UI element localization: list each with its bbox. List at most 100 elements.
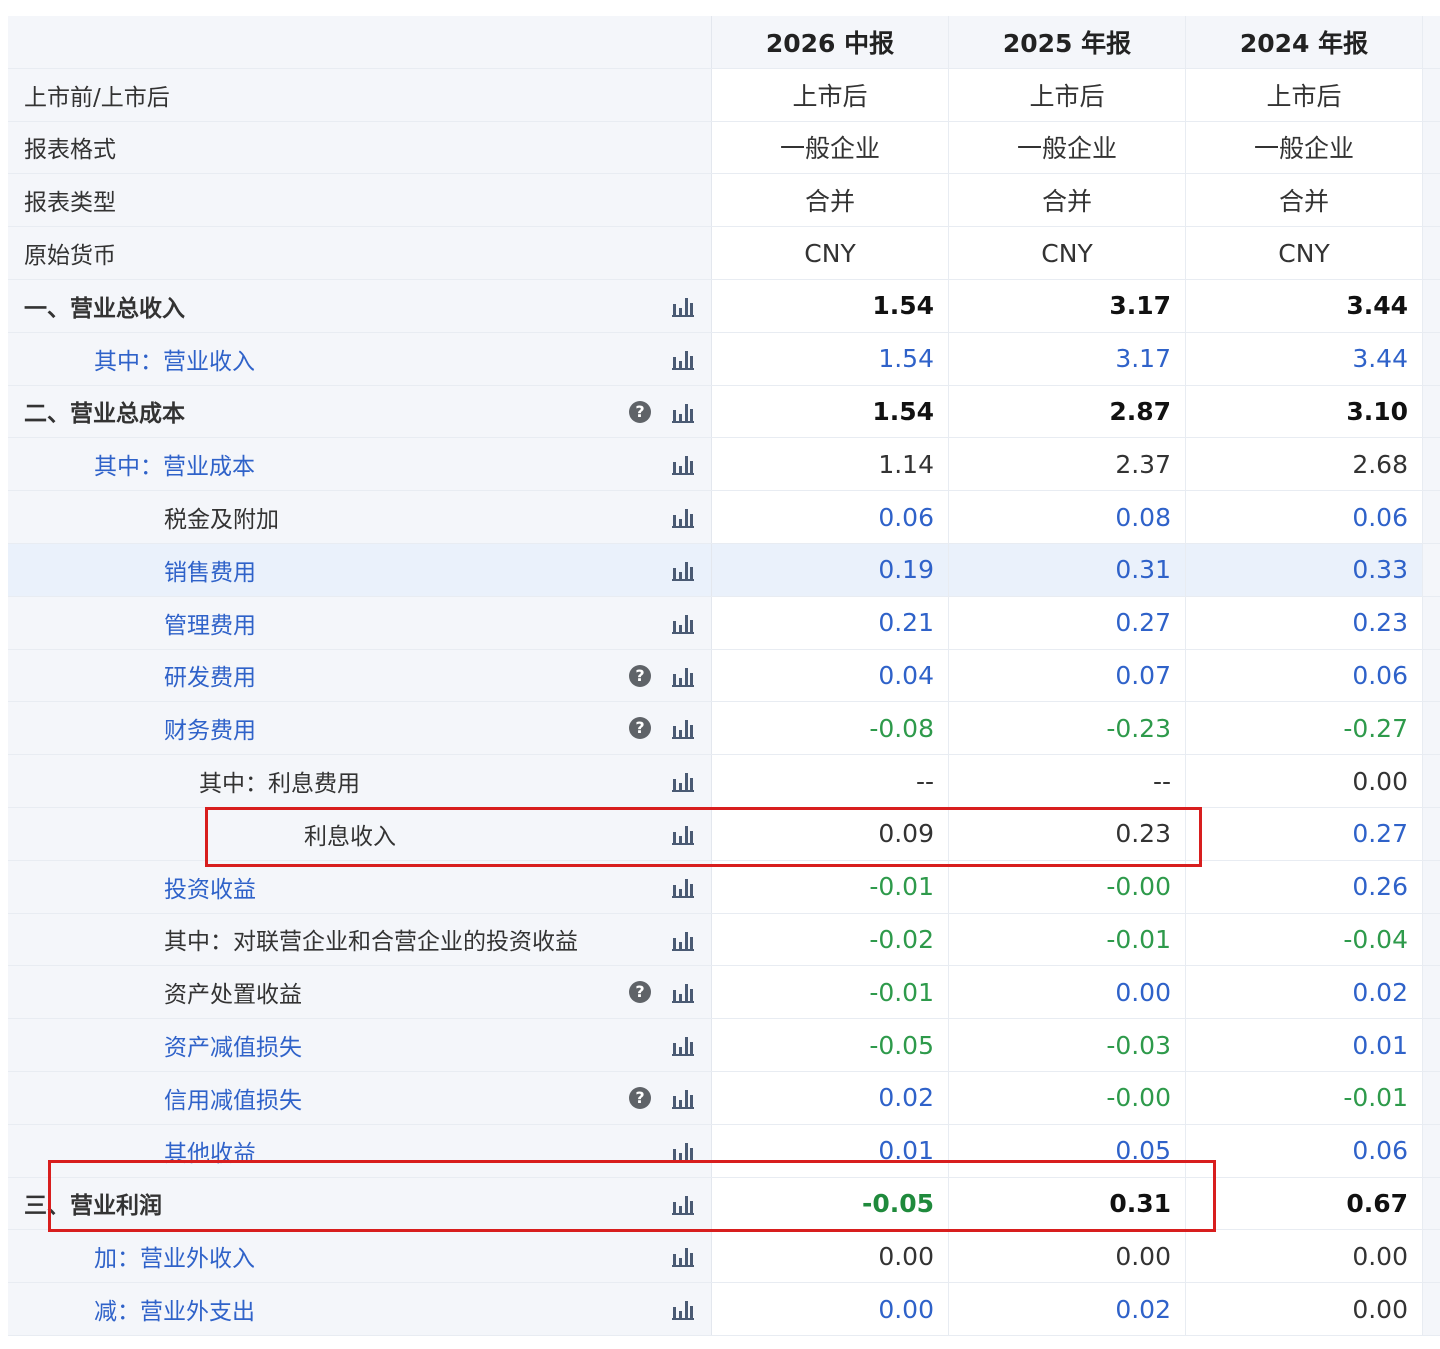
- table-row: 二、营业总成本 ? 1.54 2.87 3.10: [8, 385, 1440, 439]
- row-label-link[interactable]: 其中：营业成本: [94, 447, 255, 481]
- column-header-2025[interactable]: 2025 年报: [949, 16, 1186, 68]
- value-cell: -0.05: [712, 1019, 949, 1071]
- bar-chart-icon[interactable]: [671, 1297, 695, 1321]
- income-statement-table: 2026 中报 2025 年报 2024 年报 上市前/上市后 上市后 上市后 …: [8, 16, 1440, 1336]
- row-overflow: [1423, 121, 1440, 174]
- bar-chart-icon[interactable]: [671, 664, 695, 688]
- bar-chart-icon[interactable]: [671, 347, 695, 371]
- value-cell: 0.33: [1186, 543, 1423, 596]
- bar-chart-icon[interactable]: [671, 294, 695, 318]
- value-cell: 1.14: [712, 438, 949, 491]
- row-label-cell: 投资收益: [8, 860, 712, 913]
- value-cell: 2.37: [949, 438, 1186, 491]
- table-row: 其他收益 0.01 0.05 0.06: [8, 1124, 1440, 1178]
- row-label-cell: 销售费用: [8, 543, 712, 596]
- column-header-2026h1[interactable]: 2026 中报: [712, 16, 949, 68]
- row-label-link[interactable]: 投资收益: [164, 870, 256, 904]
- bar-chart-icon[interactable]: [671, 769, 695, 793]
- help-icon[interactable]: ?: [629, 1086, 651, 1109]
- bar-chart-icon[interactable]: [671, 452, 695, 476]
- bar-chart-icon[interactable]: [671, 980, 695, 1004]
- value-cell: 2.87: [949, 385, 1186, 438]
- help-icon[interactable]: ?: [629, 400, 651, 423]
- row-overflow: [1423, 807, 1440, 860]
- row-label-link[interactable]: 财务费用: [164, 711, 256, 745]
- row-label-link[interactable]: 资产减值损失: [164, 1028, 302, 1062]
- row-label-link[interactable]: 研发费用: [164, 658, 256, 692]
- bar-chart-icon[interactable]: [671, 1192, 695, 1216]
- value-cell: --: [712, 755, 949, 807]
- table-row: 报表类型 合并 合并 合并: [8, 174, 1440, 228]
- value-cell: 0.06: [1186, 491, 1423, 543]
- value-cell: 0.21: [712, 596, 949, 649]
- row-label-cell: 原始货币: [8, 227, 712, 279]
- table-row: 其中：营业收入 1.54 3.17 3.44: [8, 332, 1440, 386]
- bar-chart-icon[interactable]: [671, 928, 695, 952]
- row-label-cell: 其中：利息费用: [8, 755, 712, 807]
- row-label: 利息收入: [304, 823, 396, 850]
- row-label: 其中：对联营企业和合营企业的投资收益: [164, 929, 578, 956]
- row-overflow: [1423, 1124, 1440, 1177]
- row-label-link[interactable]: 减：营业外支出: [94, 1292, 255, 1326]
- row-label-cell: 信用减值损失 ?: [8, 1071, 712, 1124]
- row-overflow: [1423, 1230, 1440, 1283]
- value-cell: -0.00: [949, 860, 1186, 913]
- help-icon[interactable]: ?: [629, 717, 651, 740]
- row-label-cell: 税金及附加: [8, 491, 712, 543]
- row-label: 报表类型: [24, 190, 116, 217]
- bar-chart-icon[interactable]: [671, 558, 695, 582]
- bar-chart-icon[interactable]: [671, 875, 695, 899]
- row-label-link[interactable]: 其中：营业收入: [94, 342, 255, 376]
- bar-chart-icon[interactable]: [671, 505, 695, 529]
- bar-chart-icon[interactable]: [671, 611, 695, 635]
- row-overflow: [1423, 68, 1440, 121]
- row-label: 其中：利息费用: [199, 771, 360, 798]
- help-icon[interactable]: ?: [629, 981, 651, 1004]
- bar-chart-icon[interactable]: [671, 822, 695, 846]
- value-cell: 0.31: [949, 1177, 1186, 1230]
- row-label-link[interactable]: 加：营业外收入: [94, 1239, 255, 1273]
- value-cell: --: [949, 755, 1186, 807]
- table-row: 报表格式 一般企业 一般企业 一般企业: [8, 121, 1440, 175]
- value-cell: 0.05: [949, 1124, 1186, 1177]
- value-cell: 3.10: [1186, 385, 1423, 438]
- row-overflow: [1423, 174, 1440, 227]
- bar-chart-icon[interactable]: [671, 400, 695, 424]
- value-cell: 0.02: [712, 1071, 949, 1124]
- value-cell: -0.01: [712, 966, 949, 1019]
- row-label: 税金及附加: [164, 507, 279, 534]
- value-cell: 0.00: [712, 1230, 949, 1283]
- table-row: 资产减值损失 -0.05 -0.03 0.01: [8, 1019, 1440, 1072]
- row-label-link[interactable]: 销售费用: [164, 553, 256, 587]
- table-row: 上市前/上市后 上市后 上市后 上市后: [8, 68, 1440, 122]
- help-icon[interactable]: ?: [629, 664, 651, 687]
- column-header-2024[interactable]: 2024 年报: [1186, 16, 1423, 68]
- row-label-link[interactable]: 信用减值损失: [164, 1081, 302, 1115]
- bar-chart-icon[interactable]: [671, 1244, 695, 1268]
- row-label: 上市前/上市后: [24, 84, 170, 111]
- row-label-cell: 管理费用: [8, 596, 712, 649]
- value-cell: 0.67: [1186, 1177, 1423, 1230]
- bar-chart-icon[interactable]: [671, 1033, 695, 1057]
- table-row: 其中：对联营企业和合营企业的投资收益 -0.02 -0.01 -0.04: [8, 913, 1440, 967]
- value-cell: -0.02: [712, 913, 949, 966]
- row-overflow: [1423, 385, 1440, 438]
- value-cell: 0.06: [1186, 1124, 1423, 1177]
- bar-chart-icon[interactable]: [671, 716, 695, 740]
- row-label-link[interactable]: 其他收益: [164, 1134, 256, 1168]
- value-cell: -0.23: [949, 702, 1186, 755]
- row-overflow: [1423, 649, 1440, 702]
- value-cell: 3.44: [1186, 332, 1423, 385]
- bar-chart-icon[interactable]: [671, 1086, 695, 1110]
- value-cell: 上市后: [949, 68, 1186, 121]
- value-cell: 0.27: [1186, 807, 1423, 860]
- row-overflow: [1423, 1071, 1440, 1124]
- row-overflow: [1423, 596, 1440, 649]
- value-cell: 0.00: [949, 1230, 1186, 1283]
- row-label-cell: 其他收益: [8, 1124, 712, 1177]
- bar-chart-icon[interactable]: [671, 1139, 695, 1163]
- value-cell: 0.27: [949, 596, 1186, 649]
- value-cell: -0.01: [712, 860, 949, 913]
- row-label-link[interactable]: 管理费用: [164, 606, 256, 640]
- value-cell: 合并: [949, 174, 1186, 227]
